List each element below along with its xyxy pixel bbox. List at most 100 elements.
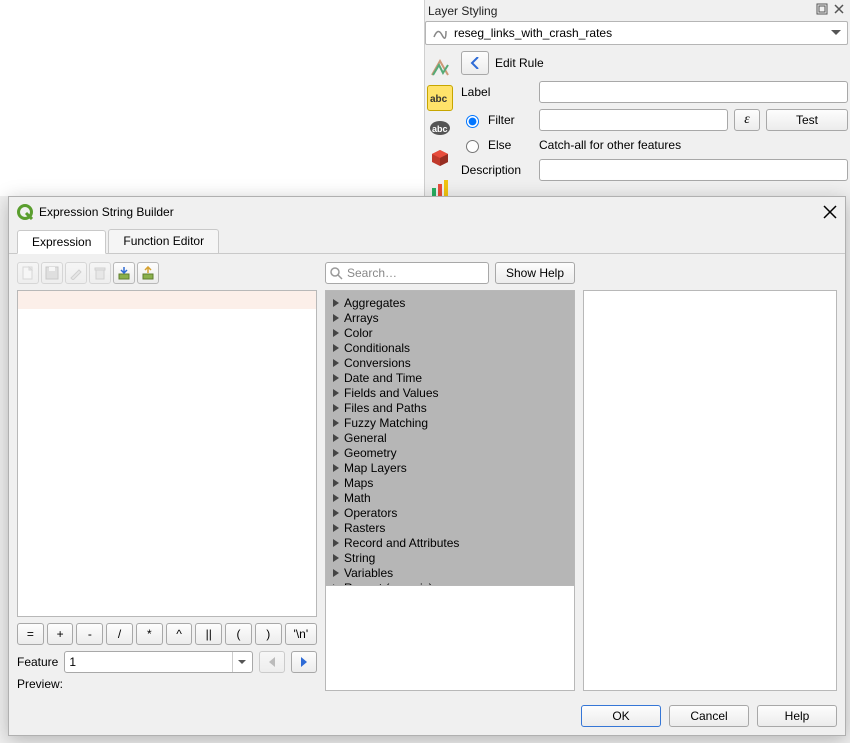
expression-editor[interactable]	[17, 290, 317, 617]
cancel-button[interactable]: Cancel	[669, 705, 749, 727]
operator-button[interactable]: +	[47, 623, 74, 645]
tree-item[interactable]: Date and Time	[326, 370, 574, 385]
feature-select[interactable]: 1	[64, 651, 253, 673]
expand-icon	[332, 314, 340, 322]
filter-radio[interactable]	[466, 115, 479, 128]
else-radio[interactable]	[466, 140, 479, 153]
operator-button[interactable]: *	[136, 623, 163, 645]
save-button[interactable]	[41, 262, 63, 284]
tab-function-editor[interactable]: Function Editor	[108, 229, 219, 253]
tree-item[interactable]: Conditionals	[326, 340, 574, 355]
tree-item[interactable]: Aggregates	[326, 295, 574, 310]
tree-item[interactable]: Map Layers	[326, 460, 574, 475]
3d-view-icon[interactable]	[427, 145, 453, 171]
dialog-title: Expression String Builder	[39, 205, 174, 219]
description-field-label: Description	[461, 163, 533, 177]
preview-label: Preview:	[17, 677, 63, 691]
expand-icon	[332, 374, 340, 382]
layer-styling-title: Layer Styling	[428, 4, 497, 18]
edit-button[interactable]	[65, 262, 87, 284]
labels-icon[interactable]: abc	[427, 85, 453, 111]
search-input[interactable]: Search…	[325, 262, 489, 284]
operator-button[interactable]: '\n'	[285, 623, 317, 645]
expand-icon	[332, 524, 340, 532]
expand-icon	[332, 494, 340, 502]
expand-icon	[332, 404, 340, 412]
tab-expression[interactable]: Expression	[17, 230, 106, 254]
tree-item[interactable]: Fuzzy Matching	[326, 415, 574, 430]
label-field-label: Label	[461, 85, 533, 99]
tree-item[interactable]: Math	[326, 490, 574, 505]
expand-icon	[332, 479, 340, 487]
export-button[interactable]	[137, 262, 159, 284]
layer-name: reseg_links_with_crash_rates	[454, 26, 612, 40]
chevron-down-icon	[238, 660, 246, 665]
operator-button[interactable]: )	[255, 623, 282, 645]
tree-item[interactable]: Geometry	[326, 445, 574, 460]
operator-button[interactable]: -	[76, 623, 103, 645]
expand-icon	[332, 419, 340, 427]
svg-text:abc: abc	[432, 124, 448, 134]
style-category-sidebar: abc abc	[425, 51, 455, 201]
close-panel-icon[interactable]	[833, 3, 845, 15]
import-button[interactable]	[113, 262, 135, 284]
qgis-icon	[17, 204, 33, 220]
expand-icon	[332, 509, 340, 517]
label-input[interactable]	[539, 81, 848, 103]
operator-button[interactable]: =	[17, 623, 44, 645]
undock-icon[interactable]	[816, 3, 828, 15]
masks-icon[interactable]: abc	[427, 115, 453, 141]
next-feature-button[interactable]	[291, 651, 317, 673]
prev-feature-button[interactable]	[259, 651, 285, 673]
tree-item[interactable]: Maps	[326, 475, 574, 490]
tree-item[interactable]: Arrays	[326, 310, 574, 325]
expand-icon	[332, 449, 340, 457]
back-button[interactable]	[461, 51, 489, 75]
feature-value: 1	[69, 655, 76, 669]
expand-icon	[332, 434, 340, 442]
operator-button[interactable]: ||	[195, 623, 222, 645]
function-tree[interactable]: AggregatesArraysColorConditionalsConvers…	[325, 290, 575, 586]
expression-builder-button[interactable]: ε	[734, 109, 760, 131]
help-pane	[583, 290, 837, 691]
ok-button[interactable]: OK	[581, 705, 661, 727]
operator-button[interactable]: /	[106, 623, 133, 645]
description-input[interactable]	[539, 159, 848, 181]
expand-icon	[332, 539, 340, 547]
tree-item[interactable]: Conversions	[326, 355, 574, 370]
tree-item[interactable]: Rasters	[326, 520, 574, 535]
search-placeholder: Search…	[347, 266, 397, 280]
tree-item[interactable]: Color	[326, 325, 574, 340]
tree-item[interactable]: Fields and Values	[326, 385, 574, 400]
test-button[interactable]: Test	[766, 109, 848, 131]
help-button[interactable]: Help	[757, 705, 837, 727]
operator-button[interactable]: (	[225, 623, 252, 645]
tree-item[interactable]: General	[326, 430, 574, 445]
operator-button[interactable]: ^	[166, 623, 193, 645]
expand-icon	[332, 344, 340, 352]
filter-input[interactable]	[539, 109, 728, 131]
expand-icon	[332, 329, 340, 337]
line-layer-icon	[432, 25, 448, 41]
filter-label: Filter	[488, 113, 515, 127]
feature-label: Feature	[17, 655, 58, 669]
edit-rule-label: Edit Rule	[495, 56, 544, 70]
symbology-icon[interactable]	[427, 55, 453, 81]
tree-item[interactable]: Record and Attributes	[326, 535, 574, 550]
expand-icon	[332, 299, 340, 307]
close-dialog-button[interactable]	[823, 205, 837, 219]
svg-text:abc: abc	[430, 94, 448, 105]
chevron-down-icon	[831, 30, 841, 36]
tree-item[interactable]: String	[326, 550, 574, 565]
new-file-button[interactable]	[17, 262, 39, 284]
show-help-button[interactable]: Show Help	[495, 262, 575, 284]
tree-item[interactable]: Files and Paths	[326, 400, 574, 415]
function-tree-empty	[325, 586, 575, 691]
delete-button[interactable]	[89, 262, 111, 284]
tree-item[interactable]: Operators	[326, 505, 574, 520]
expand-icon	[332, 389, 340, 397]
tree-item[interactable]: Variables	[326, 565, 574, 580]
canvas-area	[0, 0, 425, 196]
layer-select[interactable]: reseg_links_with_crash_rates	[425, 21, 848, 45]
expand-icon	[332, 569, 340, 577]
